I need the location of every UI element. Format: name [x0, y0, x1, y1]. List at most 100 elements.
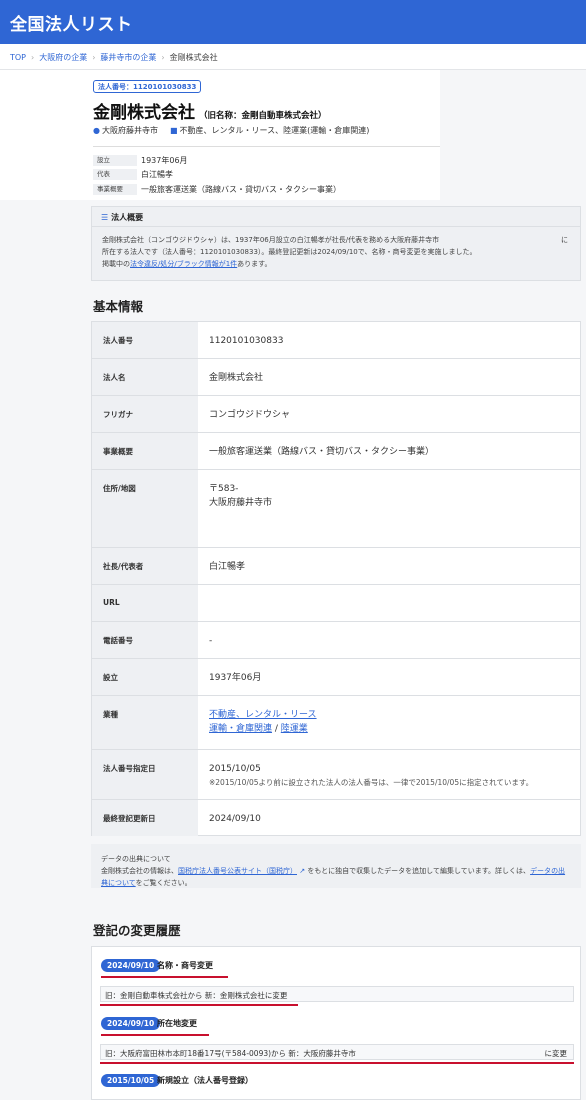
nta-site-link[interactable]: 国税庁法人番号公表サイト（国税庁）	[178, 867, 297, 875]
quick-facts: 設立 1937年06月 代表 白江暢孝 事業概要 一般旅客運送業（路線バス・貸切バス・…	[93, 153, 341, 197]
highlight-underline	[101, 1034, 209, 1036]
row-value: 白江暢孝	[209, 562, 246, 572]
summary-line: 掲載中の法令違反/処分/ブラック情報が1件あります。	[102, 258, 570, 270]
highlight-underline	[101, 976, 228, 978]
quick-fact-row: 代表 白江暢孝	[93, 168, 341, 183]
row-value: 不動産、レンタル・リース 運輸・倉庫関連 / 陸運業	[209, 696, 572, 736]
summary-line: 所在する法人です（法人番号：1120101030833）。最終登記更新は2024…	[102, 248, 477, 256]
breadcrumb: TOP › 大阪府の企業 › 藤井寺市の企業 › 金剛株式会社	[0, 44, 586, 70]
history-heading: 登記の変更履歴	[93, 923, 181, 938]
divider	[93, 146, 440, 147]
row-value: 1120101030833	[209, 336, 284, 346]
designation-note: ※2015/10/05より前に設立された法人の法人番号は、一律で2015/10/…	[209, 778, 534, 787]
history-detail: 旧：金剛自動車株式会社から 新：金剛株式会社に変更	[100, 986, 574, 1002]
breadcrumb-current: 金剛株式会社	[169, 53, 218, 62]
table-row: 最終登記更新日 2024/09/10	[92, 800, 580, 836]
industry-separator: /	[272, 724, 281, 734]
industry-link-transport[interactable]: 運輸・倉庫関連	[209, 724, 272, 734]
row-key: 法人番号	[92, 322, 198, 358]
page-title: 金剛株式会社 （旧名称：金剛自動車株式会社）	[93, 98, 327, 123]
summary-body: 金剛株式会社（コンゴウジドウシャ）は、1937年06月設立の白江暢孝が社長/代表…	[92, 227, 580, 277]
industry-link-realestate[interactable]: 不動産、レンタル・リース	[209, 710, 317, 720]
row-value: 一般旅客運送業（路線バス・貸切バス・タクシー事業）	[209, 447, 435, 457]
table-row: URL	[92, 585, 580, 622]
source-title: データの出典について	[101, 855, 171, 863]
row-key: 業種	[92, 696, 198, 749]
row-key: フリガナ	[92, 396, 198, 432]
row-key: 事業概要	[92, 433, 198, 469]
row-value	[209, 585, 572, 597]
history-item: 2015/10/05 新規設立（法人番号登録）	[92, 1074, 580, 1092]
breadcrumb-city[interactable]: 藤井寺市の企業	[100, 53, 156, 62]
history-detail-text: 旧：金剛自動車株式会社から 新：金剛株式会社に変更	[105, 991, 288, 1000]
row-value: 2015/10/05 ※2015/10/05より前に設立された法人の法人番号は、一…	[209, 750, 572, 790]
history-date-badge: 2024/09/10	[101, 1017, 161, 1030]
chevron-right-icon: ›	[92, 53, 96, 62]
summary-line: 金剛株式会社（コンゴウジドウシャ）は、1937年06月設立の白江暢孝が社長/代表…	[102, 236, 440, 244]
corporate-number-badge: 法人番号：1120101030833	[93, 80, 202, 93]
former-name: （旧名称：金剛自動車株式会社）	[199, 111, 327, 121]
highlight-underline	[100, 1004, 298, 1006]
history-label: 新規設立（法人番号登録）	[157, 1076, 253, 1085]
row-key: 設立	[92, 659, 198, 695]
history-label: 名称・商号変更	[157, 961, 213, 970]
row-key: 最終登記更新日	[92, 800, 198, 836]
quick-fact-key: 事業概要	[93, 183, 137, 195]
chevron-right-icon: ›	[161, 53, 165, 62]
quick-fact-row: 設立 1937年06月	[93, 153, 341, 168]
table-row: 住所/地図 〒583- 大阪府藤井寺市	[92, 470, 580, 548]
company-meta: ● 大阪府藤井寺市 ■ 不動産、レンタル・リース、陸運業(運輸・倉庫関連)	[93, 125, 369, 136]
quick-fact-row: 事業概要 一般旅客運送業（路線バス・貸切バス・タクシー事業）	[93, 182, 341, 197]
source-text: 金剛株式会社の情報は、	[101, 867, 178, 875]
table-row: 業種 不動産、レンタル・リース 運輸・倉庫関連 / 陸運業	[92, 696, 580, 750]
summary-header: ☰ 法人概要	[92, 207, 580, 227]
corporate-summary: ☰ 法人概要 金剛株式会社（コンゴウジドウシャ）は、1937年06月設立の白江暢孝…	[91, 206, 581, 281]
history-label: 所在地変更	[157, 1019, 197, 1028]
quick-fact-value: 白江暢孝	[141, 170, 173, 180]
quick-fact-value: 1937年06月	[141, 155, 188, 165]
source-body: 金剛株式会社の情報は、国税庁法人番号公表サイト（国税庁） ↗ をもとに独自で収集…	[101, 865, 571, 889]
highlight-underline	[100, 1062, 574, 1064]
basic-info-table: 法人番号 1120101030833 法人名 金剛株式会社 フリガナ コンゴウジドウシ…	[91, 321, 581, 836]
row-key: 法人名	[92, 359, 198, 395]
data-source-note: データの出典について 金剛株式会社の情報は、国税庁法人番号公表サイト（国税庁） …	[91, 844, 581, 888]
table-row: フリガナ コンゴウジドウシャ	[92, 396, 580, 433]
address: 大阪府藤井寺市	[209, 498, 273, 508]
designation-date: 2015/10/05	[209, 764, 261, 774]
row-key: 法人番号指定日	[92, 750, 198, 799]
row-value: 2024/09/10	[209, 814, 261, 824]
summary-line-tail: に	[561, 236, 568, 244]
history-detail-text: 旧：大阪府富田林市本町18番17号(〒584-0093)から 新：大阪府藤井寺市	[105, 1049, 356, 1058]
chevron-right-icon: ›	[31, 53, 35, 62]
company-name: 金剛株式会社	[93, 103, 195, 123]
row-key: 住所/地図	[92, 470, 198, 547]
table-row: 電話番号 -	[92, 622, 580, 659]
site-logo[interactable]: 全国法人リスト	[10, 10, 133, 35]
quick-fact-key: 代表	[93, 169, 137, 181]
table-row: 法人名 金剛株式会社	[92, 359, 580, 396]
history-date-badge: 2024/09/10	[101, 959, 161, 972]
registration-history: 2024/09/10 名称・商号変更 旧：金剛自動車株式会社から 新：金剛株式会…	[91, 946, 581, 1100]
breadcrumb-top[interactable]: TOP	[10, 53, 26, 62]
source-text: をご覧ください。	[135, 879, 192, 887]
row-key: URL	[92, 585, 198, 621]
table-row: 事業概要 一般旅客運送業（路線バス・貸切バス・タクシー事業）	[92, 433, 580, 470]
summary-title: 法人概要	[111, 213, 144, 222]
industry-link-landtransport[interactable]: 陸運業	[281, 724, 308, 734]
table-row: 社長/代表者 白江暢孝	[92, 548, 580, 585]
breadcrumb-prefecture[interactable]: 大阪府の企業	[39, 53, 87, 62]
source-text: をもとに独自で収集したデータを追加して編集しています。詳しくは、	[305, 867, 531, 875]
row-value: コンゴウジドウシャ	[209, 410, 291, 420]
quick-fact-value: 一般旅客運送業（路線バス・貸切バス・タクシー事業）	[141, 184, 341, 194]
building-icon: ■	[169, 126, 178, 135]
company-location: 大阪府藤井寺市	[101, 126, 158, 135]
violation-link[interactable]: 法令違反/処分/ブラック情報が1件	[130, 260, 237, 268]
history-detail: 旧：大阪府富田林市本町18番17号(〒584-0093)から 新：大阪府藤井寺市…	[100, 1044, 574, 1060]
list-icon: ☰	[101, 213, 109, 222]
row-value: -	[209, 636, 213, 646]
row-key: 社長/代表者	[92, 548, 198, 584]
row-value: 1937年06月	[209, 673, 262, 683]
external-link-icon: ↗	[297, 867, 306, 875]
quick-fact-key: 設立	[93, 154, 137, 166]
map-pin-icon: ●	[93, 126, 100, 135]
